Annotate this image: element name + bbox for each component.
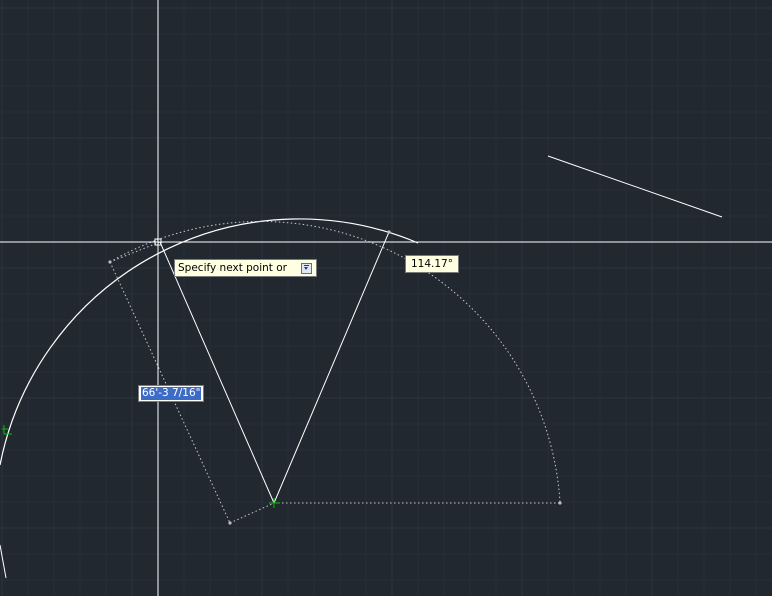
angle-value: 114.17° [411,258,453,270]
arc-tail-segment [0,544,7,579]
grip-dot [108,260,112,264]
dim-ext-bottom [229,502,275,524]
arc-solid [0,218,419,466]
prompt-text: Specify next point or [178,262,287,274]
dim-ext-top [109,241,161,263]
existing-geometry [0,155,723,579]
length-input-field[interactable]: 66'-3 7/16" [138,385,205,402]
snap-markers [2,425,279,508]
command-prompt-tooltip: Specify next point or [174,259,317,277]
crosshair-cursor [0,0,772,596]
length-value: 66'-3 7/16" [141,387,202,400]
grip-dot [387,230,391,234]
dropdown-arrow-icon[interactable] [301,262,312,274]
grip-dot [228,521,232,525]
drawing-svg[interactable] [0,0,772,596]
grip-dot [558,501,562,505]
background-grid [0,0,772,596]
angle-input-field[interactable]: 114.17° [405,255,459,273]
drawing-canvas[interactable]: Specify next point or 114.17° 66'-3 7/16… [0,0,772,596]
